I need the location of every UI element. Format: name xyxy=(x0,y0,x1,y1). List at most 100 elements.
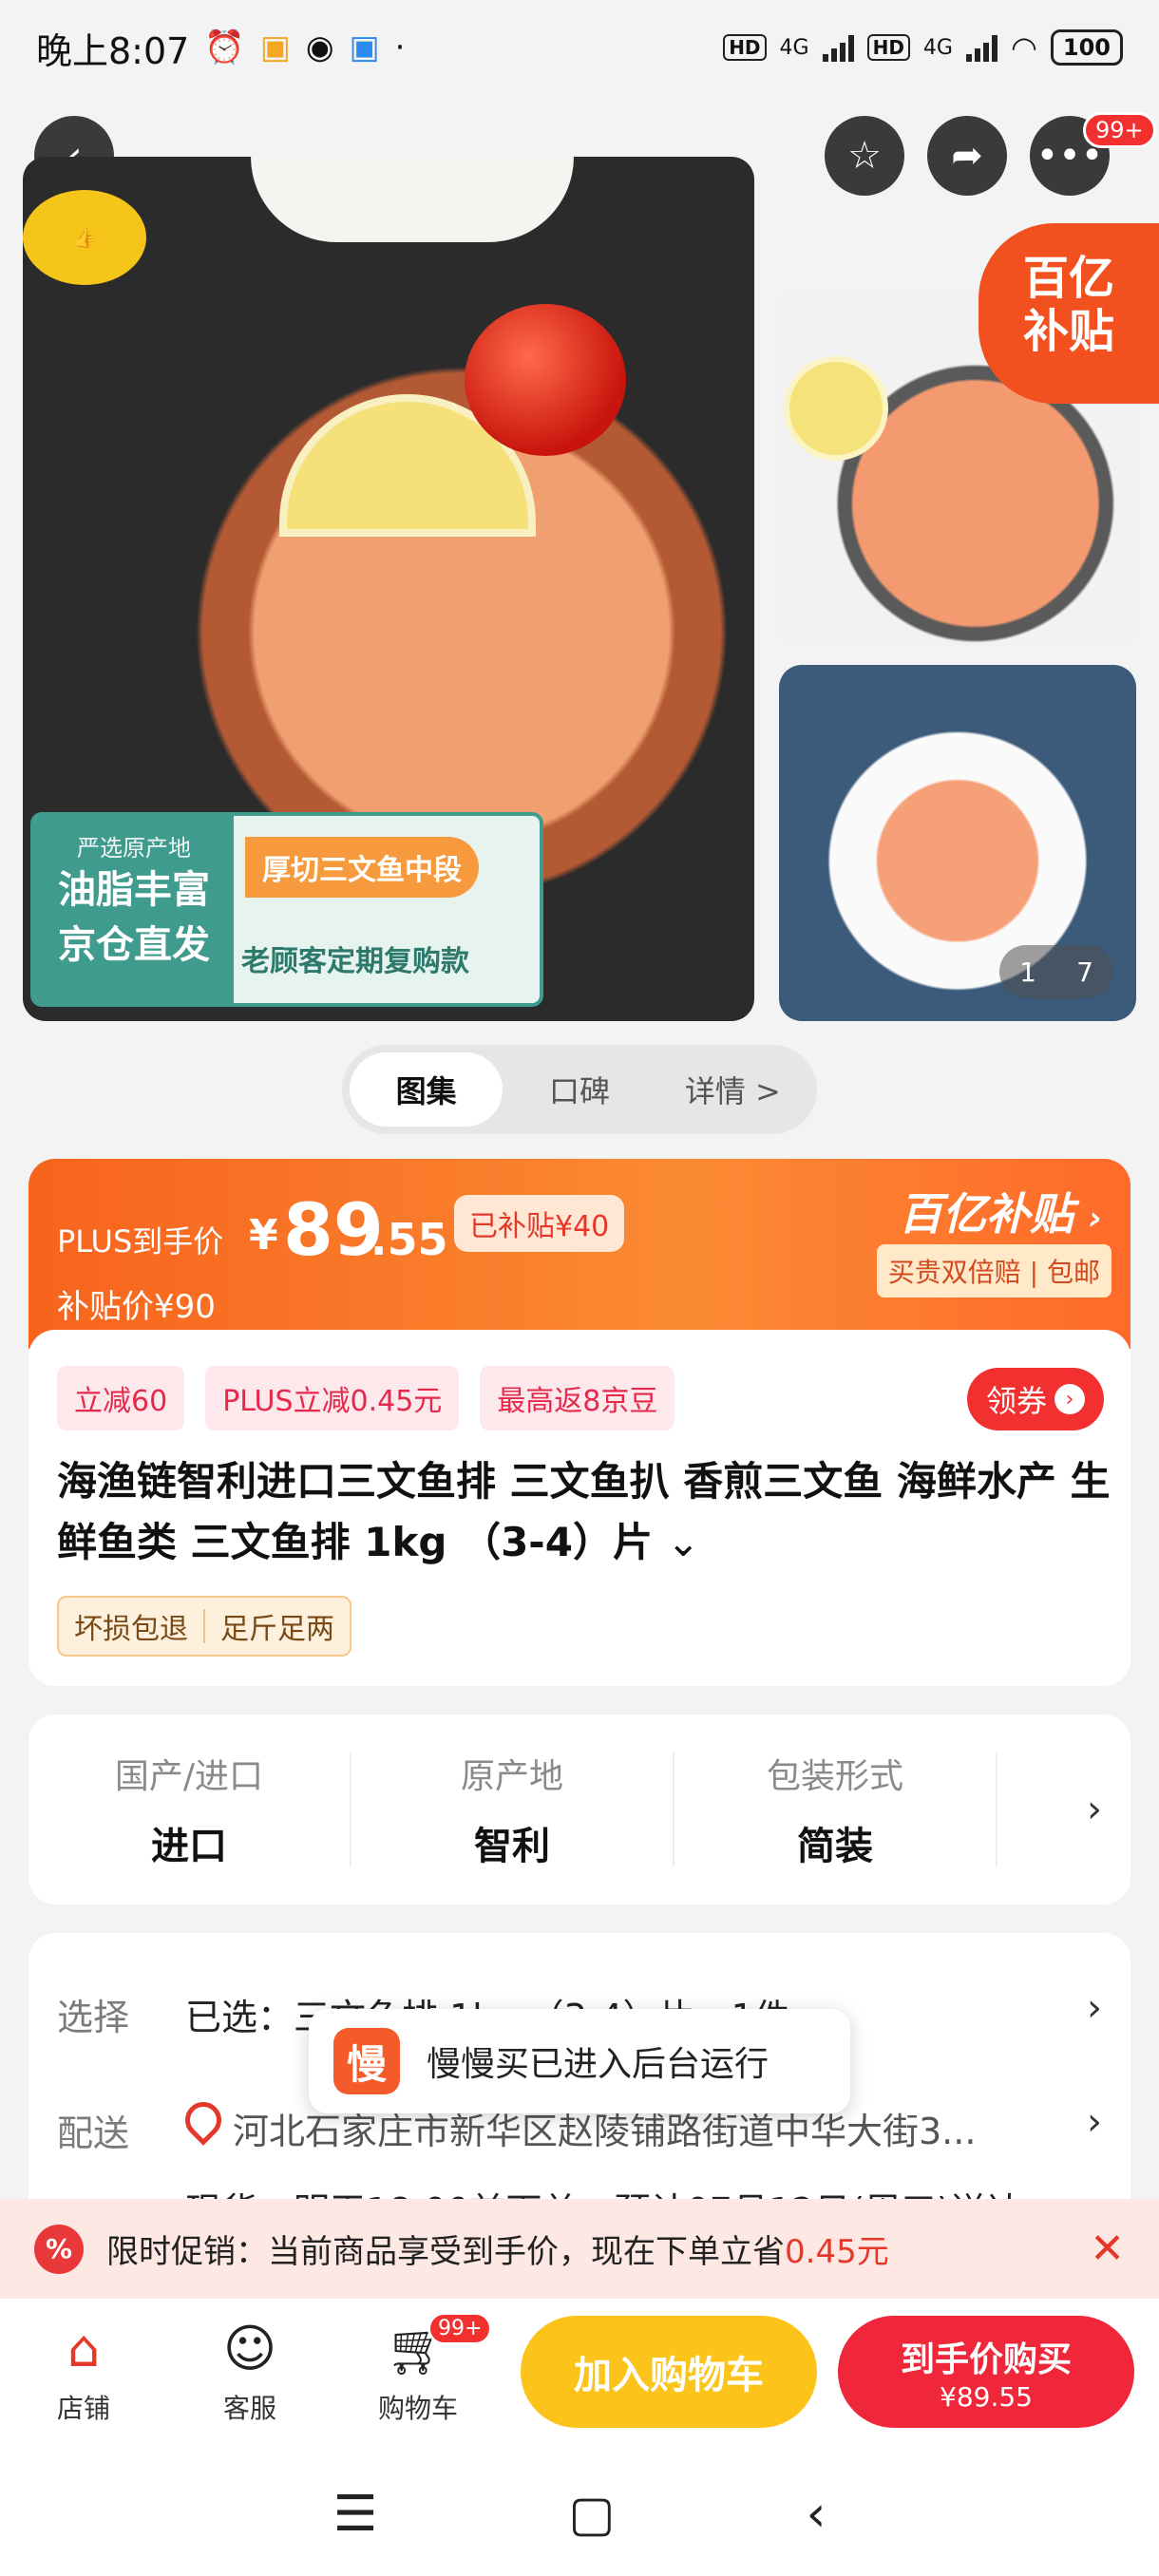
image-promo-box: 严选原产地 油脂丰富 京仓直发 厚切三文鱼中段 老顾客定期复购款 xyxy=(30,812,543,1007)
menu-icon[interactable]: ☰ xyxy=(333,2486,378,2543)
cart-badge: 99+ xyxy=(428,2312,493,2345)
limited-promo-bar: % 限时促销：当前商品享受到手价，现在下单立省 0.45元 ✕ xyxy=(0,2199,1159,2299)
promo-sub: 老顾客定期复购款 xyxy=(241,945,469,978)
status-bar: 晚上8:07 ⏰ ▣ ◉ ▣ · HD 4G HD 4G ◠ 100 xyxy=(0,0,1159,95)
wifi-icon: ◠ xyxy=(1010,29,1037,66)
percent-icon: % xyxy=(34,2224,84,2274)
price-decimal: .55 xyxy=(370,1214,448,1265)
cart-button[interactable]: 🛒︎ 99+ 购物车 xyxy=(361,2312,493,2426)
chevron-right-icon: › xyxy=(1087,1788,1102,1831)
close-icon[interactable]: ✕ xyxy=(1090,2225,1125,2273)
gallery-tabs: 图集 口碑 详情 > xyxy=(342,1045,817,1134)
thumbs-up-stamp-icon: 👍 xyxy=(23,190,146,285)
more-badge: 99+ xyxy=(1083,112,1156,148)
store-icon: ⌂ xyxy=(66,2319,101,2378)
chevron-down-icon: ⌄ xyxy=(666,1519,700,1565)
tomato-shape xyxy=(465,304,626,456)
promo-line1: 油脂丰富 xyxy=(58,868,210,912)
toast-message: 慢慢买已进入后台运行 xyxy=(427,2045,770,2084)
system-navigation-bar: ☰ ▢ ‹ xyxy=(0,2453,1159,2576)
promo-origin: 严选原产地 xyxy=(77,835,191,862)
promo-text: 限时促销：当前商品享受到手价，现在下单立省 xyxy=(106,2233,785,2271)
price-currency: ¥ xyxy=(249,1211,278,1260)
image-page-indicator: 1 7 xyxy=(999,945,1113,998)
subsidy-line2: 补贴 xyxy=(1022,305,1114,358)
hd-icon-2: HD xyxy=(866,34,910,61)
chevron-right-icon: › xyxy=(1054,1384,1085,1414)
signal-icon-2 xyxy=(965,33,998,62)
plus-price-label: PLUS到手价 xyxy=(57,1223,224,1260)
billion-subsidy-logo[interactable]: 百亿补贴 › xyxy=(899,1180,1102,1242)
message-app-icon: ▣ xyxy=(349,28,380,66)
main-product-image[interactable]: 👍 严选原产地 油脂丰富 京仓直发 厚切三文鱼中段 老顾客定期复购款 xyxy=(23,157,754,1021)
share-icon: ➦ xyxy=(951,134,983,178)
dot-icon: · xyxy=(394,28,406,66)
store-button[interactable]: ⌂ 店铺 xyxy=(27,2316,141,2426)
coupon-list: 立减60 PLUS立减0.45元 最高返8京豆 xyxy=(57,1366,675,1430)
subsidy-line1: 百亿 xyxy=(1022,252,1114,305)
coupon-tag[interactable]: 最高返8京豆 xyxy=(480,1366,675,1430)
attribute-item: 国产/进口 进口 xyxy=(28,1752,352,1868)
cart-label: 购物车 xyxy=(377,2393,458,2424)
promo-amount: 0.45元 xyxy=(785,2233,889,2271)
guarantee-tag: 足斤足两 xyxy=(220,1613,334,1646)
delivery-label: 配送 xyxy=(57,2112,130,2154)
network-type: 4G xyxy=(779,35,809,60)
background-running-toast: 慢 慢慢买已进入后台运行 xyxy=(309,2009,850,2113)
bowl-shape xyxy=(251,157,574,242)
buy-price: ¥89.55 xyxy=(940,2380,1033,2413)
service-label: 客服 xyxy=(222,2393,276,2424)
billion-subsidy-promise: 买贵双倍赔 | 包邮 xyxy=(876,1244,1112,1297)
customer-service-button[interactable]: ☺ 客服 xyxy=(193,2316,307,2426)
app-logo-icon: 慢 xyxy=(333,2028,400,2094)
buy-now-button[interactable]: 到手价购买 ¥89.55 xyxy=(838,2316,1134,2428)
status-time: 晚上8:07 xyxy=(36,29,190,72)
bottom-action-bar: ⌂ 店铺 ☺ 客服 🛒︎ 99+ 购物车 加入购物车 到手价购买 ¥89.55 xyxy=(0,2299,1159,2453)
page-total: 7 xyxy=(1076,956,1093,988)
battery-indicator: 100 xyxy=(1050,29,1123,66)
app-notification-icon: ▣ xyxy=(259,28,291,66)
service-smile-icon: ☺ xyxy=(222,2319,277,2378)
home-icon[interactable]: ▢ xyxy=(568,2486,615,2543)
hd-icon: HD xyxy=(723,34,767,61)
qq-icon: ◉ xyxy=(305,28,334,66)
attribute-item: 原产地 智利 xyxy=(352,1752,674,1868)
price-banner: PLUS到手价 ¥ 89 .55 已补贴¥40 补贴价¥90 百亿补贴 › 买贵… xyxy=(28,1159,1130,1349)
tab-reviews[interactable]: 口碑 xyxy=(503,1052,656,1127)
location-pin-icon xyxy=(178,2094,229,2146)
attributes-card[interactable]: 国产/进口 进口 原产地 智利 包装形式 简装 › xyxy=(28,1714,1130,1904)
billion-subsidy-corner-badge: 百亿 补贴 xyxy=(978,223,1159,404)
share-button[interactable]: ➦ xyxy=(927,116,1007,196)
tab-gallery[interactable]: 图集 xyxy=(350,1052,504,1127)
page-current: 1 xyxy=(1019,956,1036,988)
signal-icon xyxy=(822,33,854,62)
product-title[interactable]: 海渔链智利进口三文鱼排 三文鱼扒 香煎三文鱼 海鲜水产 生鲜鱼类 三文鱼排 1k… xyxy=(57,1451,1112,1573)
coupon-tag[interactable]: PLUS立减0.45元 xyxy=(205,1366,460,1430)
alarm-icon: ⏰ xyxy=(204,28,245,66)
guarantee-tags: 坏损包退 足斤足两 xyxy=(57,1596,352,1657)
subsidized-badge: 已补贴¥40 xyxy=(454,1195,625,1252)
store-label: 店铺 xyxy=(56,2393,110,2424)
promo-line2: 京仓直发 xyxy=(58,923,210,967)
attribute-item: 包装形式 简装 xyxy=(674,1752,998,1868)
price-body: 立减60 PLUS立减0.45元 最高返8京豆 领券 › 海渔链智利进口三文鱼排… xyxy=(28,1330,1130,1686)
lemon-slice-shape xyxy=(784,356,888,461)
tab-details[interactable]: 详情 > xyxy=(656,1052,809,1127)
select-label: 选择 xyxy=(57,1997,130,2038)
chevron-right-icon: › xyxy=(1088,1200,1102,1238)
price-card: PLUS到手价 ¥ 89 .55 已补贴¥40 补贴价¥90 百亿补贴 › 买贵… xyxy=(28,1159,1130,1686)
star-icon: ☆ xyxy=(847,134,882,178)
subsidy-price: 补贴价¥90 xyxy=(57,1288,216,1326)
chevron-right-icon: › xyxy=(1087,1986,1102,2030)
add-to-cart-button[interactable]: 加入购物车 xyxy=(521,2316,817,2428)
chevron-right-icon: › xyxy=(1087,2100,1102,2144)
back-icon[interactable]: ‹ xyxy=(807,2486,826,2543)
favorite-button[interactable]: ☆ xyxy=(825,116,904,196)
buy-label: 到手价购买 xyxy=(900,2339,1072,2379)
promo-tag: 厚切三文鱼中段 xyxy=(245,837,479,898)
claim-coupon-button[interactable]: 领券 › xyxy=(966,1368,1104,1430)
guarantee-tag: 坏损包退 xyxy=(74,1613,188,1646)
network-type-2: 4G xyxy=(922,35,953,60)
price-integer: 89 xyxy=(283,1187,384,1272)
coupon-tag[interactable]: 立减60 xyxy=(57,1366,185,1430)
